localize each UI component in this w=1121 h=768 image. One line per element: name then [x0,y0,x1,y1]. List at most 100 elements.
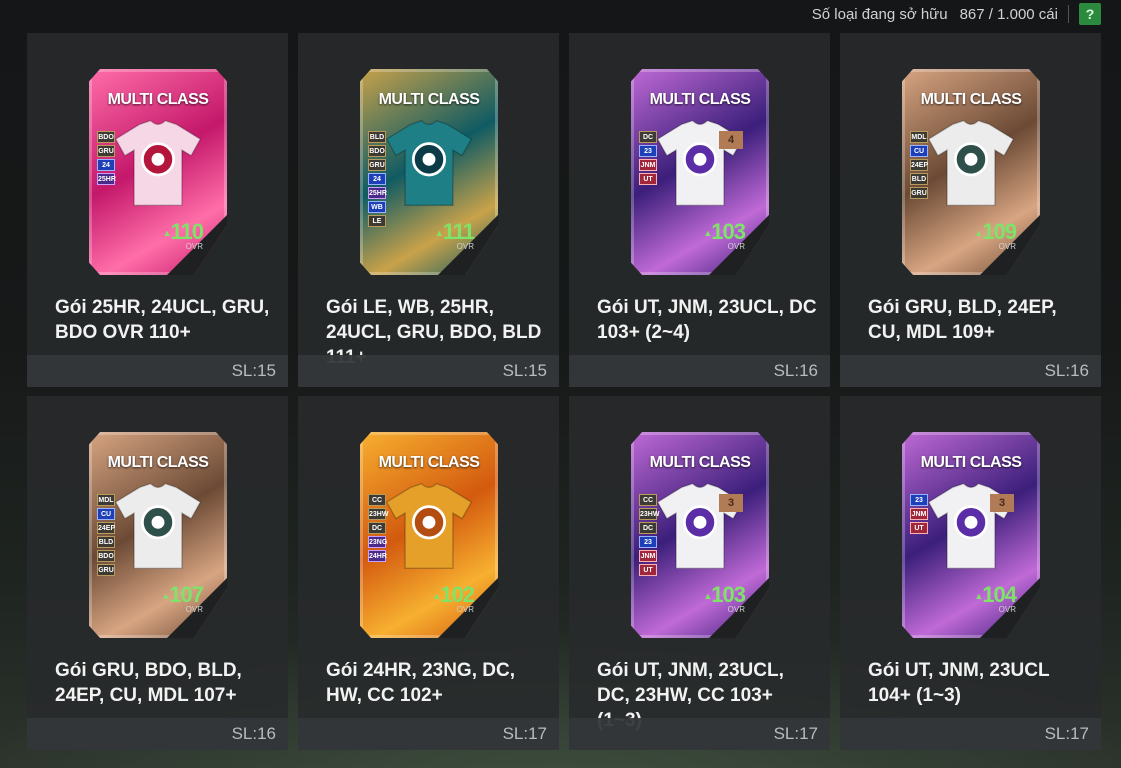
pack-title: Gói GRU, BDO, BLD, 24EP, CU, MDL 107+ [55,660,242,706]
pack-card-image: MULTI CLASS MDL CU 24EP BLD BDO GRU ▲107 OVR [89,432,227,638]
class-tag: 23NG [368,536,387,548]
pack-tile[interactable]: MULTI CLASS CC 23HW DC 23 JNM UT 3 ▲103 OVR Gói UT… [569,396,830,750]
class-tag: BDO [97,131,115,143]
ovr-rating: ▲104 OVR [974,582,1017,614]
pack-title: Gói 24HR, 23NG, DC, HW, CC 102+ [326,660,515,706]
owned-label: Số loại đang sở hữu [811,5,948,23]
upgrade-level-badge: 3 [719,494,743,512]
class-tag: 23 [639,145,657,157]
upgrade-level-badge: 3 [990,494,1014,512]
class-tag: MDL [97,494,115,506]
class-tag: BLD [368,131,386,143]
ovr-number: 111 [442,219,475,244]
class-tag: CU [910,145,928,157]
class-tag: 24 [368,173,386,185]
class-tag: CC [639,494,657,506]
class-tag: 23 [639,536,657,548]
pack-tile[interactable]: MULTI CLASS MDL CU 24EP BLD GRU ▲109 OVR Gói GRU… [840,33,1101,387]
card-class-label: MULTI CLASS [649,91,751,108]
class-tag: 23HW [639,508,659,520]
pack-title: Gói UT, JNM, 23UCL 104+ (1~3) [868,660,1050,706]
pack-tile[interactable]: MULTI CLASS MDL CU 24EP BLD BDO GRU ▲107 OVR Gói … [27,396,288,750]
class-tag-list: 23 JNM UT [910,494,928,534]
pack-quantity: SL:16 [569,355,830,387]
class-tag: 24EP [910,159,928,171]
class-tag: UT [639,173,657,185]
class-tag: JNM [910,508,928,520]
class-tag: GRU [97,564,115,576]
pack-tile[interactable]: MULTI CLASS BDO GRU 24 25HR ▲110 OVR Gói 25HR, … [27,33,288,387]
card-class-label: MULTI CLASS [920,91,1022,108]
class-tag: BLD [97,536,115,548]
pack-quantity: SL:15 [298,355,559,387]
pack-quantity: SL:17 [840,718,1101,750]
jersey-icon [385,482,473,570]
pack-tile[interactable]: MULTI CLASS 23 JNM UT 3 ▲104 OVR Gói UT, JNM, 2… [840,396,1101,750]
ovr-number: 107 [169,582,204,607]
pack-card-image: MULTI CLASS DC 23 JNM UT 4 ▲103 OVR [631,69,769,275]
pack-title: Gói GRU, BLD, 24EP, CU, MDL 109+ [868,297,1057,343]
card-class-label: MULTI CLASS [107,91,209,108]
card-class-label: MULTI CLASS [378,454,480,471]
ovr-rating: ▲111 OVR [434,219,475,251]
pack-quantity: SL:17 [298,718,559,750]
class-tag: GRU [368,159,386,171]
pack-quantity: SL:16 [27,718,288,750]
pack-title: Gói 25HR, 24UCL, GRU, BDO OVR 110+ [55,297,270,343]
ovr-number: 104 [982,582,1017,607]
class-tag-list: BDO GRU 24 25HR [97,131,116,185]
ovr-rating: ▲107 OVR [161,582,204,614]
ovr-rating: ▲102 OVR [432,582,475,614]
class-tag: BDO [368,145,386,157]
pack-title: Gói UT, JNM, 23UCL, DC 103+ (2~4) [597,297,817,343]
class-tag: 24HR [368,550,387,562]
ovr-number: 103 [711,582,746,607]
ovr-rating: ▲110 OVR [162,219,204,251]
class-tag: 23HW [368,508,388,520]
pack-card-image: MULTI CLASS BDO GRU 24 25HR ▲110 OVR [89,69,227,275]
ovr-rating: ▲109 OVR [974,219,1017,251]
upgrade-level-badge: 4 [719,131,743,149]
divider [1068,5,1069,23]
ovr-up-arrow-icon: ▲ [434,228,444,239]
owned-count: 867 / 1.000 cái [959,5,1058,23]
pack-quantity: SL:17 [569,718,830,750]
pack-tile[interactable]: MULTI CLASS CC 23HW DC 23NG 24HR ▲102 OVR Gói 24… [298,396,559,750]
card-class-label: MULTI CLASS [920,454,1022,471]
card-class-label: MULTI CLASS [378,91,480,108]
ovr-up-arrow-icon: ▲ [162,228,172,239]
class-tag: 25HR [368,187,387,199]
class-tag: 24EP [97,522,115,534]
class-tag: CU [97,508,115,520]
class-tag: BDO [97,550,115,562]
card-class-label: MULTI CLASS [107,454,209,471]
help-button[interactable]: ? [1079,3,1101,25]
pack-grid: MULTI CLASS BDO GRU 24 25HR ▲110 OVR Gói 25HR, … [27,33,1101,750]
class-tag-list: CC 23HW DC 23NG 24HR [368,494,388,562]
class-tag: DC [639,522,657,534]
class-tag: 25HR [97,173,116,185]
class-tag: JNM [639,159,657,171]
class-tag: LE [368,215,386,227]
ovr-number: 103 [711,219,746,244]
jersey-icon [114,482,202,570]
class-tag: UT [639,564,657,576]
class-tag-list: BLD BDO GRU 24 25HR WB LE [368,131,387,227]
pack-card-image: MULTI CLASS CC 23HW DC 23NG 24HR ▲102 OVR [360,432,498,638]
class-tag-list: CC 23HW DC 23 JNM UT [639,494,659,576]
pack-card-image: MULTI CLASS CC 23HW DC 23 JNM UT 3 ▲103 OVR [631,432,769,638]
class-tag: JNM [639,550,657,562]
class-tag-list: DC 23 JNM UT [639,131,657,185]
pack-tile[interactable]: MULTI CLASS BLD BDO GRU 24 25HR WB LE ▲111 OVR Gói… [298,33,559,387]
pack-quantity: SL:16 [840,355,1101,387]
pack-quantity: SL:15 [27,355,288,387]
jersey-icon [385,119,473,207]
pack-card-image: MULTI CLASS 23 JNM UT 3 ▲104 OVR [902,432,1040,638]
jersey-icon [114,119,202,207]
class-tag: GRU [97,145,115,157]
class-tag: WB [368,201,386,213]
class-tag: 23 [910,494,928,506]
pack-tile[interactable]: MULTI CLASS DC 23 JNM UT 4 ▲103 OVR Gói UT, JNM,… [569,33,830,387]
card-class-label: MULTI CLASS [649,454,751,471]
ovr-number: 109 [982,219,1017,244]
